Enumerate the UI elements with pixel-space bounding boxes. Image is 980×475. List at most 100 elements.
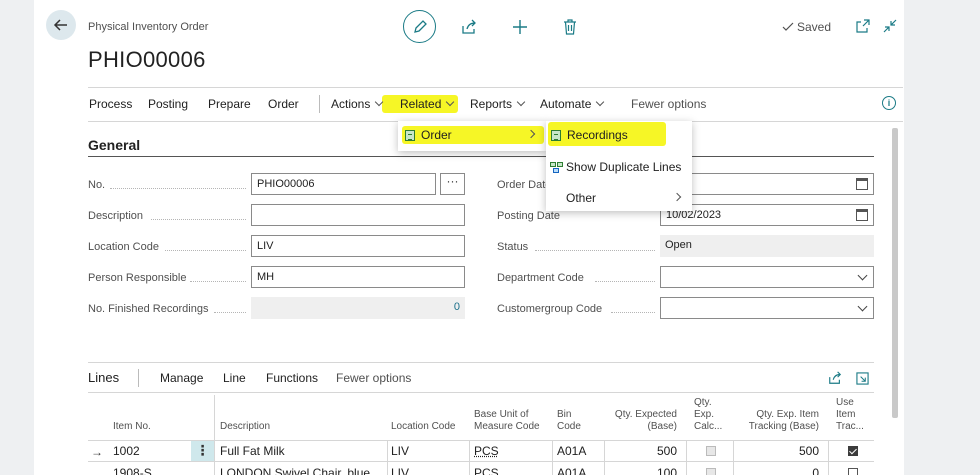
- lines-tab-line[interactable]: Line: [223, 371, 246, 385]
- row2-uom[interactable]: PCS: [474, 466, 499, 475]
- location-code-field[interactable]: LIV: [251, 235, 465, 257]
- grid-line: [88, 461, 874, 462]
- col-qty-expected-line1: Qty. Expected: [614, 409, 677, 420]
- lines-tab-functions[interactable]: Functions: [266, 371, 318, 385]
- row-actions-button[interactable]: ⋮: [191, 441, 214, 461]
- saved-label: Saved: [797, 20, 832, 34]
- label-customergroup-code: Customergroup Code: [497, 303, 603, 315]
- col-qty-expected[interactable]: Qty. Expected (Base): [609, 409, 677, 433]
- collapse-button[interactable]: [882, 18, 898, 34]
- posting-date-field[interactable]: 10/02/2023: [660, 204, 874, 226]
- label-posting-date: Posting Date: [497, 210, 560, 222]
- edit-button[interactable]: [403, 10, 436, 43]
- calendar-icon[interactable]: [856, 178, 868, 190]
- related-label: Related: [400, 97, 442, 111]
- fewer-options-link[interactable]: Fewer options: [631, 97, 706, 111]
- row2-qty-exp-tracking[interactable]: 0: [745, 466, 819, 475]
- automate-label: Automate: [540, 97, 592, 111]
- dots-description: [151, 219, 246, 220]
- col-use-tracking-line3: Trac...: [836, 421, 864, 432]
- no-field[interactable]: PHIO00006: [251, 173, 436, 195]
- row2-use-tracking-checkbox[interactable]: [848, 468, 858, 475]
- row1-location[interactable]: LIV: [391, 444, 409, 458]
- document-icon: [551, 129, 561, 141]
- other-label: Other: [566, 191, 597, 205]
- lines-expand-button[interactable]: [855, 371, 869, 385]
- row2-bin[interactable]: A01A: [557, 466, 586, 475]
- action-process[interactable]: Process: [89, 97, 132, 111]
- action-actions[interactable]: Actions: [331, 97, 384, 111]
- row1-item-no[interactable]: 1002: [113, 444, 140, 458]
- label-no: No.: [88, 179, 106, 191]
- row1-bin[interactable]: A01A: [557, 444, 586, 458]
- action-posting[interactable]: Posting: [148, 97, 188, 111]
- label-person-responsible: Person Responsible: [88, 272, 187, 284]
- dots-no: [110, 188, 246, 189]
- show-duplicate-lines-label: Show Duplicate Lines: [566, 160, 682, 174]
- col-base-uom-line1: Base Unit of: [474, 409, 529, 420]
- row2-location[interactable]: LIV: [391, 466, 409, 475]
- dots-status: [535, 250, 655, 251]
- general-section-title: General: [88, 137, 141, 153]
- description-field[interactable]: [251, 204, 465, 226]
- col-qty-exp-calc[interactable]: Qty. Exp. Calc...: [694, 397, 722, 433]
- share-button[interactable]: [460, 18, 478, 36]
- dots-department: [595, 281, 655, 282]
- delete-button[interactable]: [561, 18, 579, 36]
- chevron-down-icon: [857, 301, 868, 312]
- lines-tab-manage[interactable]: Manage: [160, 371, 203, 385]
- row-selected-arrow-icon: →: [91, 445, 103, 459]
- row2-calc-checkbox: [706, 468, 716, 475]
- col-use-tracking[interactable]: Use Item Trac...: [836, 397, 864, 433]
- order-date-field[interactable]: [660, 173, 874, 195]
- row1-use-tracking-checkbox[interactable]: [848, 446, 858, 456]
- col-bin-code[interactable]: Bin Code: [557, 409, 581, 433]
- back-button[interactable]: [46, 10, 76, 40]
- col-base-uom[interactable]: Base Unit of Measure Code: [474, 409, 540, 433]
- action-related[interactable]: Related: [400, 97, 455, 111]
- col-description[interactable]: Description: [220, 421, 270, 433]
- action-order[interactable]: Order: [268, 97, 299, 111]
- general-underline: [88, 156, 874, 157]
- col-qty-exp-tracking[interactable]: Qty. Exp. Item Tracking (Base): [745, 409, 819, 433]
- action-automate[interactable]: Automate: [540, 97, 605, 111]
- new-button[interactable]: [511, 18, 529, 36]
- assist-edit-button[interactable]: ···: [440, 173, 465, 195]
- action-reports[interactable]: Reports: [470, 97, 526, 111]
- lines-title: Lines: [88, 370, 120, 385]
- page-scrollbar[interactable]: [892, 128, 898, 418]
- col-item-no[interactable]: Item No.: [113, 421, 151, 433]
- col-location-code[interactable]: Location Code: [391, 421, 456, 433]
- related-order-item[interactable]: Order: [405, 128, 452, 142]
- action-prepare[interactable]: Prepare: [208, 97, 251, 111]
- show-duplicate-lines-item[interactable]: Show Duplicate Lines: [550, 160, 681, 174]
- col-bin-line2: Code: [557, 421, 581, 432]
- page-title: PHIO00006: [88, 47, 206, 72]
- no-finished-recordings-value[interactable]: 0: [251, 297, 465, 319]
- row1-description[interactable]: Full Fat Milk: [220, 444, 285, 458]
- row2-description[interactable]: LONDON Swivel Chair, blue: [220, 466, 370, 475]
- open-new-window-button[interactable]: [855, 18, 871, 34]
- recordings-menu-item[interactable]: Recordings: [551, 128, 628, 142]
- lines-share-button[interactable]: [828, 371, 842, 385]
- row1-qty-exp-tracking[interactable]: 500: [745, 444, 819, 458]
- col-qty-exp-tracking-line1: Qty. Exp. Item: [756, 409, 819, 420]
- person-responsible-field[interactable]: MH: [251, 266, 465, 288]
- row2-item-no[interactable]: 1908-S: [113, 466, 152, 475]
- col-qty-exp-tracking-line2: Tracking (Base): [748, 421, 819, 432]
- other-menu-item[interactable]: Other: [566, 191, 596, 205]
- lines-fewer-options[interactable]: Fewer options: [336, 371, 411, 385]
- row1-uom[interactable]: PCS: [474, 444, 499, 458]
- info-icon[interactable]: i: [882, 96, 896, 110]
- calendar-icon[interactable]: [856, 209, 868, 221]
- chevron-down-icon: [857, 270, 868, 281]
- row1-calc-checkbox: [706, 446, 716, 456]
- department-code-select[interactable]: [660, 266, 874, 288]
- row1-qty-expected: 500: [656, 444, 677, 458]
- label-description: Description: [88, 210, 144, 222]
- grid-line: [828, 440, 829, 475]
- dots-person: [190, 281, 246, 282]
- dots-finished: [214, 312, 246, 313]
- col-qty-exp-calc-line1: Qty.: [694, 397, 712, 408]
- customergroup-code-select[interactable]: [660, 297, 874, 319]
